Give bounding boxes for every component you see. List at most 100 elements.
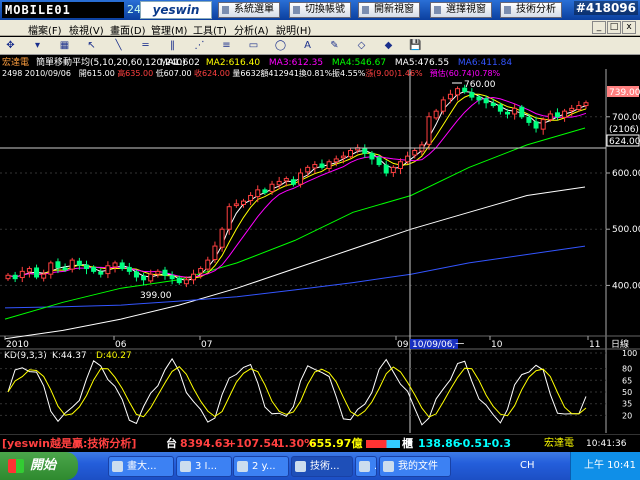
candle-body (55, 261, 61, 268)
minimize-button[interactable]: _ (592, 21, 606, 34)
price-tick-label: 600.00 (612, 169, 640, 179)
line-icon[interactable]: ╲ (112, 39, 125, 52)
candle-body (305, 166, 311, 173)
menu-analysis[interactable]: 分析(A) (234, 22, 269, 37)
pencil-icon[interactable]: ✎ (328, 39, 341, 52)
otc-change: -0.51 (458, 437, 490, 450)
menu-icon[interactable]: ▾ (31, 39, 44, 52)
menu-manage[interactable]: 管理(M) (151, 22, 187, 37)
candle-body (48, 262, 54, 275)
ma-label-6: MA6:411.84 (458, 58, 512, 68)
menu-display[interactable]: 畫面(D) (110, 22, 146, 37)
candle-body (490, 102, 496, 107)
candle-body (576, 105, 582, 110)
ellipse-icon[interactable]: ◯ (274, 39, 287, 52)
candle-body (248, 194, 254, 202)
candle-body (340, 155, 346, 159)
taskbar-item[interactable]: 我的文件 (379, 456, 451, 477)
move-icon[interactable]: ✥ (4, 39, 17, 52)
candle-body (483, 98, 489, 104)
chart-grid-icon[interactable]: ▦ (58, 39, 71, 52)
system-menu-button[interactable]: 系統選單 (218, 2, 280, 18)
date-tick-label: 10 (491, 340, 503, 350)
taskbar-item[interactable]: 2 y... (233, 456, 289, 477)
candle-body (283, 178, 289, 182)
date-tick-label: 07 (201, 340, 212, 350)
price-tick-label: 400.00 (612, 281, 640, 291)
candle-body (276, 180, 282, 186)
screen: MOBILE01 24 yeswin 系統選單 切換帳號 開新視窗 選擇視窗 技… (0, 0, 640, 480)
hline-icon[interactable]: ═ (139, 39, 152, 52)
candle-body (369, 152, 375, 160)
vline-icon[interactable]: ‖ (166, 39, 179, 52)
fan-icon[interactable]: ⋰ (193, 39, 206, 52)
ma-label-1: MA1:602 (160, 58, 200, 68)
candle-body (112, 262, 118, 268)
last-price: 739.00 (609, 88, 640, 98)
candle-body (519, 106, 525, 118)
candle-body (34, 267, 40, 278)
candle-body (205, 259, 211, 270)
parallel-icon[interactable]: ≡ (220, 39, 233, 52)
ma-label-3: MA3:612.35 (269, 58, 323, 68)
candle-body (362, 148, 368, 154)
save-icon[interactable]: 💾 (409, 39, 422, 52)
candle-body (497, 104, 503, 112)
cursor-price: 624.00 (609, 137, 640, 147)
taskbar-item[interactable]: 3 I... (176, 456, 232, 477)
date-tick-label: 09 (397, 340, 409, 350)
candle-body (233, 203, 239, 207)
candle-body (426, 116, 432, 145)
menu-file[interactable]: 檔案(F) (28, 22, 62, 37)
text-icon[interactable]: A (301, 39, 314, 52)
price-tick-label: 500.00 (612, 225, 640, 235)
candle-body (91, 266, 97, 272)
switch-account-button[interactable]: 切換帳號 (289, 2, 351, 18)
candle-body (455, 88, 461, 96)
candle-body (554, 112, 560, 118)
watermark: #418096 (573, 1, 638, 15)
language-indicator[interactable]: CH (520, 460, 535, 471)
taskbar-item-active[interactable]: 技術... (291, 456, 353, 477)
eraser-icon[interactable]: ◇ (355, 39, 368, 52)
info-date: 2010/09/06 (25, 69, 71, 78)
info-volume: 量6632 (232, 69, 260, 78)
technical-analysis-button[interactable]: 技術分析 (500, 2, 562, 18)
high-label: 760.00 (464, 80, 496, 90)
info-open: 開615.00 (79, 69, 115, 78)
candle-body (269, 183, 275, 193)
color-icon[interactable]: ◆ (382, 39, 395, 52)
candle-body (390, 166, 396, 173)
taskbar-item[interactable]: 畫大... (108, 456, 174, 477)
menu-tools[interactable]: 工具(T) (193, 22, 227, 37)
candle-body (255, 189, 261, 198)
ma-label-2: MA2:616.40 (206, 58, 260, 68)
stock-chart[interactable]: 宏達電 簡單移動平均(5,10,20,60,120,240) MA1:602 MA… (0, 55, 640, 433)
candle-body (5, 274, 11, 280)
start-button[interactable]: 開始 (0, 452, 78, 480)
menu-help[interactable]: 說明(H) (276, 22, 311, 37)
candle-body (405, 155, 411, 163)
candle-body (526, 116, 532, 123)
candle-body (83, 264, 89, 270)
select-window-button[interactable]: 選擇視窗 (430, 2, 492, 18)
candle-body (169, 275, 175, 280)
cursor-date: 10/09/06,一 (412, 340, 464, 350)
ma-label-5: MA5:476.55 (395, 58, 449, 68)
close-button[interactable]: x (622, 21, 636, 34)
new-window-button[interactable]: 開新視窗 (358, 2, 420, 18)
candle-body (476, 96, 482, 101)
rect-icon[interactable]: ▭ (247, 39, 260, 52)
ticker-slogan: [yeswin越是贏:技術分析] (2, 437, 137, 450)
candle-body (505, 111, 511, 115)
candle-body (262, 189, 268, 194)
cursor-icon[interactable]: ↖ (85, 39, 98, 52)
candle-body (148, 273, 154, 282)
menu-bar: 檔案(F) 檢視(V) 畫面(D) 管理(M) 工具(T) 分析(A) 說明(H… (0, 20, 640, 37)
candle-body (212, 245, 218, 261)
restore-button[interactable]: □ (607, 21, 621, 34)
menu-view[interactable]: 檢視(V) (69, 22, 104, 37)
taskbar-item[interactable]: ... (355, 456, 377, 477)
low-label: 399.00 (140, 291, 172, 301)
candle-body (540, 119, 546, 130)
